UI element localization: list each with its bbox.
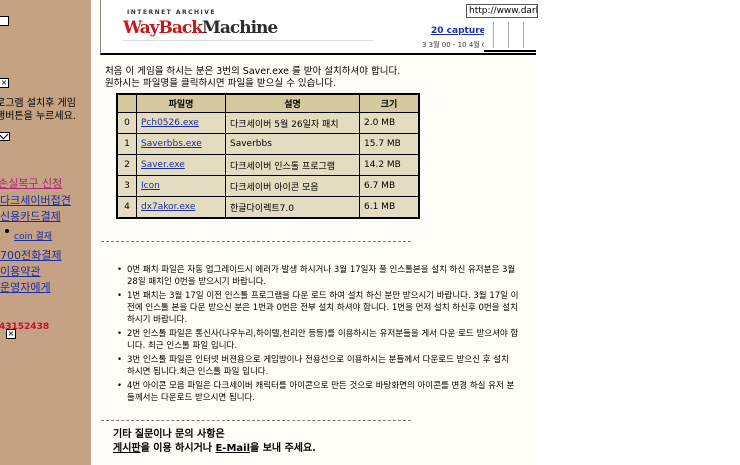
list-item: 4번 아이콘 모음 파일은 다크세이버 캐릭터를 아이콘으로 만든 것으로 바탕…: [117, 380, 519, 404]
file-description: 한글다이렉트7.0: [225, 196, 360, 219]
col-header-size: 크기: [359, 93, 420, 113]
board-link[interactable]: 게시판: [113, 443, 141, 454]
download-table: 파일명 설명 크기 0 Pch0526.exe 다크세이버 5월 26일자 패치…: [116, 93, 420, 219]
file-link[interactable]: Pch0526.exe: [141, 118, 199, 128]
captures-link[interactable]: 20 captures: [431, 26, 491, 36]
toolbar-bottom-border: [484, 50, 536, 52]
table-header-row: 파일명 설명 크기: [116, 93, 420, 113]
file-size: 2.0 MB: [359, 112, 420, 134]
col-header-description: 설명: [225, 93, 360, 113]
file-description: Saverbbs: [225, 133, 360, 155]
contact-middle: 을 이용 하시거나: [140, 443, 216, 454]
close-icon[interactable]: ×: [0, 78, 9, 88]
row-number: 0: [116, 112, 137, 134]
col-header-filename: 파일명: [136, 93, 226, 113]
left-sidebar: × 로그램 설치후 게임 행버튼을 누르세요. 손실복구 신청 다크세이버접견 …: [0, 0, 91, 465]
contact-end: 을 보내 주세요.: [250, 443, 316, 454]
table-row: 3 Icon 다크세이버 아이콘 모음 6.7 MB: [116, 175, 420, 197]
divider: [101, 420, 411, 421]
table-row: 0 Pch0526.exe 다크세이버 5월 26일자 패치 2.0 MB: [116, 112, 420, 134]
notes-list: 0번 패치 파일은 자동 업그레이드시 에러가 발생 하시거나 3월 17일자 …: [117, 264, 519, 406]
wayback-logo-a: WayBack: [123, 18, 203, 38]
file-link[interactable]: Saver.exe: [141, 160, 185, 170]
close-icon[interactable]: ×: [6, 329, 16, 339]
file-description: 다크세이버 인스톨 프로그램: [225, 154, 360, 176]
file-link[interactable]: dx7akor.exe: [141, 202, 195, 212]
sidebar-link-darksaver[interactable]: 다크세이버접견: [0, 192, 71, 208]
file-description: 다크세이버 아이콘 모음: [225, 175, 360, 197]
file-size: 6.7 MB: [359, 175, 420, 197]
toolbar-separator: [493, 22, 494, 48]
wayback-logo[interactable]: WayBackMachine: [123, 18, 278, 38]
wayback-brand-top: INTERNET ARCHIVE: [127, 9, 217, 16]
toolbar-separator: [508, 22, 509, 48]
email-link[interactable]: E-Mail: [215, 443, 250, 454]
capture-date-range: 3 3월 00 - 10 4월 04: [422, 41, 491, 49]
sidebar-link-card-payment[interactable]: 신용카드결제: [0, 208, 61, 224]
row-number: 4: [116, 196, 137, 219]
table-row: 1 Saverbbs.exe Saverbbs 15.7 MB: [116, 133, 420, 155]
file-link[interactable]: Saverbbs.exe: [141, 139, 202, 149]
list-item: 0번 패치 파일은 자동 업그레이드시 에러가 발생 하시거나 3월 17일자 …: [117, 264, 519, 288]
toolbar-right: [484, 20, 536, 52]
mail-icon[interactable]: [0, 132, 10, 141]
install-hint-line2: 행버튼을 누르세요.: [0, 111, 76, 122]
intro-text: 처음 이 게임을 하시는 분은 3번의 Saver.exe 를 받아 설치하셔야…: [105, 66, 400, 90]
sidebar-link-contact-admin[interactable]: 운영자에게: [0, 279, 51, 295]
wayback-logo-b: Machine: [202, 18, 278, 38]
contact-text: 기타 질문이나 문의 사항은 게시판을 이용 하시거나 E-Mail을 보내 주…: [113, 428, 316, 456]
list-item: 2번 인스톨 파일은 통신사(나우누리,하이텔,천리안 등등)를 이용하시는 유…: [117, 328, 519, 352]
sidebar-link-coin-payment[interactable]: coin 결재: [14, 229, 52, 242]
sidebar-link-phone-payment[interactable]: 700전화결제: [0, 247, 61, 263]
table-row: 4 dx7akor.exe 한글다이렉트7.0 6.1 MB: [116, 196, 420, 219]
main-content: INTERNET ARCHIVE WayBackMachine 20 captu…: [91, 0, 536, 465]
file-description: 다크세이버 5월 26일자 패치: [225, 112, 360, 134]
row-number: 3: [116, 175, 137, 197]
install-hint-line1: 로그램 설치후 게임: [0, 98, 76, 109]
toolbar-separator: [523, 22, 524, 48]
url-input[interactable]: http://www.darks: [466, 4, 538, 18]
toolbar-divider: [123, 40, 373, 41]
contact-line1: 기타 질문이나 문의 사항은: [113, 429, 225, 440]
bullet-icon: [5, 229, 9, 233]
image-placeholder-icon: [0, 16, 9, 26]
file-size: 14.2 MB: [359, 154, 420, 176]
intro-line1: 처음 이 게임을 하시는 분은 3번의 Saver.exe 를 받아 설치하셔야…: [105, 66, 401, 77]
file-link[interactable]: Icon: [141, 181, 160, 191]
row-number: 2: [116, 154, 137, 176]
row-number: 1: [116, 133, 137, 155]
list-item: 3번 인스톨 파일은 인터넷 버젼용으로 게임방이나 전용선으로 이용하시는 분…: [117, 354, 519, 378]
intro-line2: 원하시는 파일명을 클릭하시면 파일을 받으실 수 있습니다.: [105, 78, 336, 89]
col-header-no: [116, 93, 137, 113]
file-size: 15.7 MB: [359, 133, 420, 155]
contact-line2: 게시판을 이용 하시거나 E-Mail을 보내 주세요.: [113, 442, 316, 456]
divider: [101, 241, 411, 242]
file-size: 6.1 MB: [359, 196, 420, 219]
sidebar-link-terms[interactable]: 이용약관: [0, 263, 40, 279]
list-item: 1번 패치는 3월 17일 이전 인스톨 프로그램을 다운 로드 하여 설치 하…: [117, 290, 519, 326]
sidebar-link-loss-recovery[interactable]: 손실복구 신청: [0, 175, 62, 191]
table-row: 2 Saver.exe 다크세이버 인스톨 프로그램 14.2 MB: [116, 154, 420, 176]
